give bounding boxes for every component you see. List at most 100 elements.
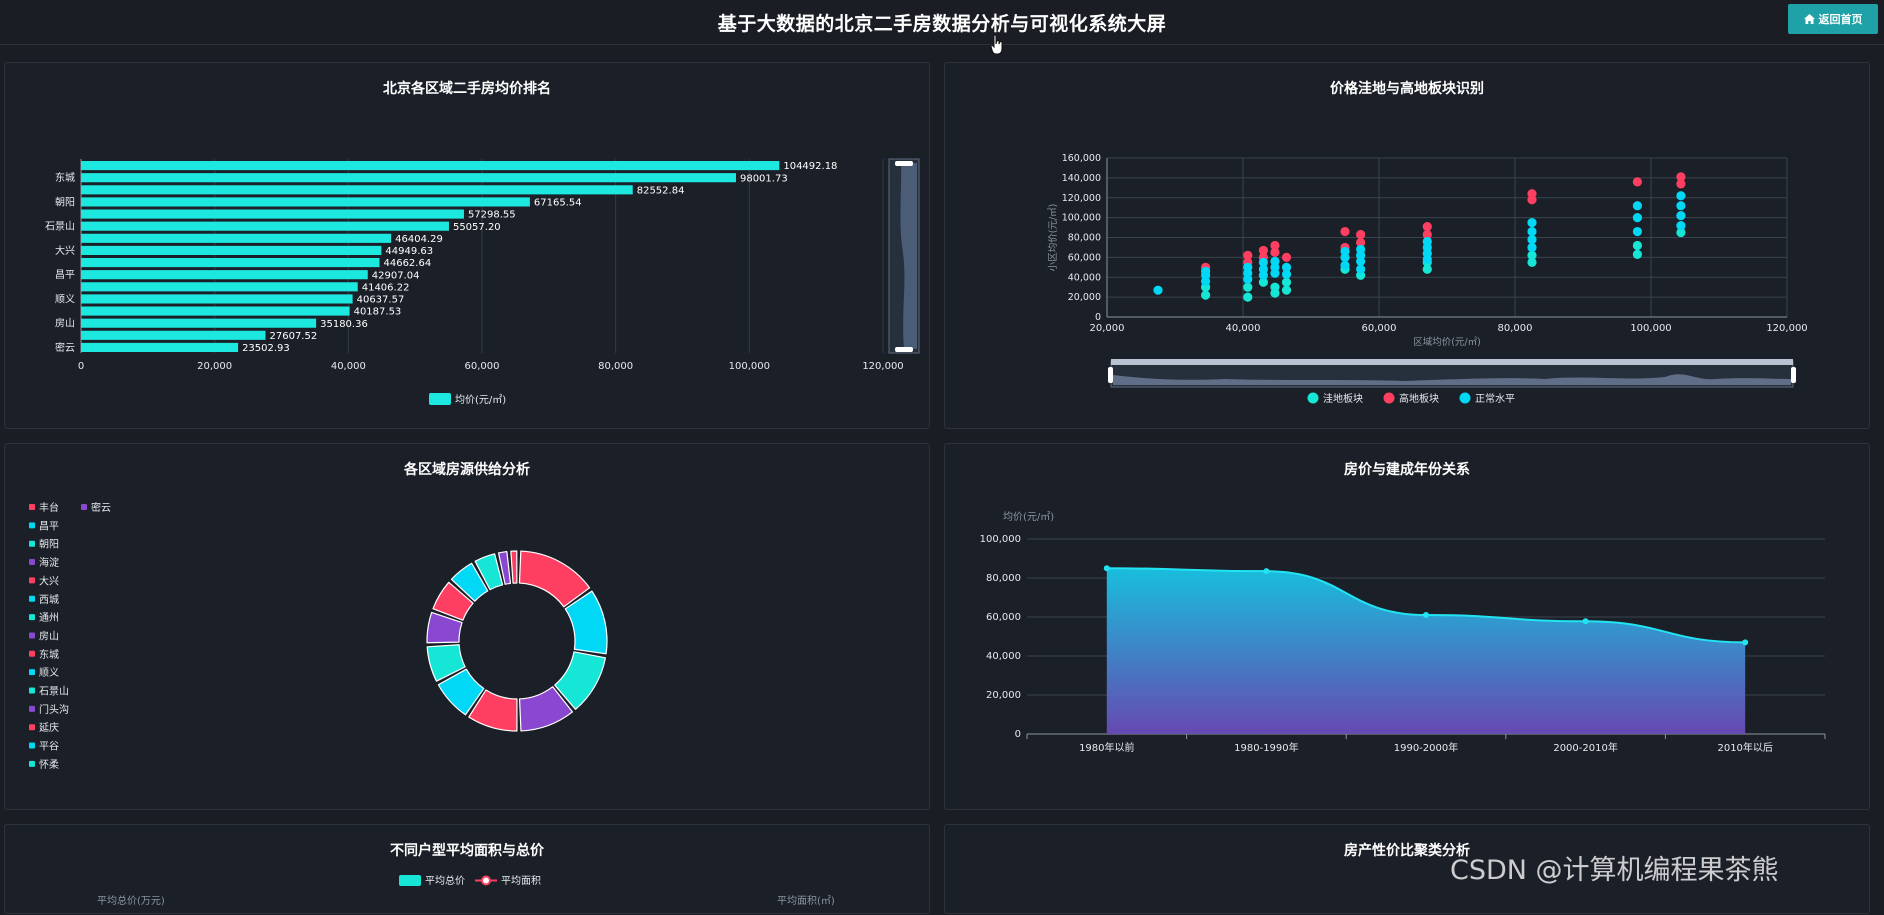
scatter-point[interactable] <box>1258 257 1268 267</box>
scatter-point[interactable] <box>1281 262 1292 272</box>
scatter-point[interactable] <box>1270 282 1280 292</box>
y-tick-label: 房山 <box>55 317 75 330</box>
legend-marker[interactable] <box>29 614 35 621</box>
y-tick-label: 120,000 <box>1062 193 1101 204</box>
header: 基于大数据的北京二手房数据分析与可视化系统大屏 返回首页 <box>0 0 1884 45</box>
scatter-point[interactable] <box>1676 220 1686 231</box>
legend-marker[interactable] <box>29 522 35 529</box>
scatter-point[interactable] <box>1281 277 1292 287</box>
scatter-point[interactable] <box>1243 262 1253 272</box>
scatter-point[interactable] <box>1201 290 1211 300</box>
datazoom-handle-right[interactable] <box>1791 367 1796 383</box>
legend-marker[interactable] <box>29 687 35 694</box>
home-button[interactable]: 返回首页 <box>1788 4 1878 34</box>
scatter-point[interactable] <box>1527 250 1537 260</box>
scatter-point[interactable] <box>1270 256 1280 266</box>
data-point[interactable] <box>1103 565 1110 572</box>
datazoom-handle-bottom[interactable] <box>895 347 913 352</box>
scatter-point[interactable] <box>1340 246 1350 257</box>
legend-marker[interactable] <box>29 595 35 602</box>
legend-marker[interactable] <box>29 742 35 749</box>
scatter-point[interactable] <box>1258 245 1268 256</box>
legend-marker[interactable] <box>1383 392 1395 404</box>
bar[interactable] <box>81 282 358 292</box>
scatter-point[interactable] <box>1632 177 1642 187</box>
scatter-point[interactable] <box>1676 211 1686 221</box>
scatter-point[interactable] <box>1632 226 1642 237</box>
bar[interactable] <box>81 318 317 328</box>
scatter-point[interactable] <box>1632 249 1642 259</box>
legend-marker[interactable] <box>1307 392 1319 404</box>
bar[interactable] <box>81 342 239 352</box>
bar[interactable] <box>81 258 380 268</box>
scatter-point[interactable] <box>1676 201 1686 211</box>
bar[interactable] <box>81 330 266 340</box>
scatter-point[interactable] <box>1527 189 1537 199</box>
scatter-point[interactable] <box>1201 266 1211 276</box>
scatter-point[interactable] <box>1243 250 1253 260</box>
donut-slice[interactable] <box>518 550 591 608</box>
legend-marker[interactable] <box>29 724 35 731</box>
scatter-point[interactable] <box>1632 213 1642 223</box>
scatter-point[interactable] <box>1270 240 1280 251</box>
legend-swatch[interactable] <box>429 393 451 405</box>
scatter-point[interactable] <box>1340 226 1350 237</box>
scatter-point[interactable] <box>1153 285 1163 295</box>
legend-marker[interactable] <box>29 632 35 639</box>
scatter-point[interactable] <box>1527 234 1537 245</box>
data-point[interactable] <box>1742 639 1749 646</box>
legend-marker[interactable] <box>29 559 35 566</box>
legend-label: 朝阳 <box>39 539 59 551</box>
legend-marker[interactable] <box>29 540 35 547</box>
bar[interactable] <box>81 161 780 171</box>
scatter-point[interactable] <box>1527 226 1537 237</box>
bar[interactable] <box>81 197 530 207</box>
bar[interactable] <box>81 209 464 219</box>
x-tick-label: 0 <box>78 361 84 372</box>
y-tick-label: 20,000 <box>1068 292 1101 303</box>
bar[interactable] <box>81 233 392 243</box>
legend-marker[interactable] <box>29 705 35 712</box>
bar[interactable] <box>81 245 382 255</box>
scatter-point[interactable] <box>1632 240 1642 251</box>
bar[interactable] <box>81 270 368 280</box>
scatter-point[interactable] <box>1243 282 1253 292</box>
legend-marker[interactable] <box>29 669 35 676</box>
scatter-point[interactable] <box>1243 292 1253 302</box>
scatter-point[interactable] <box>1422 221 1432 232</box>
scatter-point[interactable] <box>1676 191 1686 201</box>
scatter-point[interactable] <box>1632 201 1642 211</box>
datazoom-bar[interactable] <box>1111 359 1793 365</box>
datazoom-handle-left[interactable] <box>1108 367 1113 383</box>
data-point[interactable] <box>1423 612 1429 619</box>
scatter-point[interactable] <box>1527 242 1537 253</box>
scatter-point[interactable] <box>1340 260 1350 270</box>
bar[interactable] <box>81 306 350 316</box>
data-point[interactable] <box>1582 618 1589 625</box>
scatter-point[interactable] <box>1676 172 1686 182</box>
legend-marker[interactable] <box>29 650 35 657</box>
bar[interactable] <box>81 173 736 183</box>
y-tick-label: 160,000 <box>1062 153 1101 164</box>
scatter-point[interactable] <box>1356 244 1366 255</box>
legend-marker[interactable] <box>29 577 35 584</box>
datazoom-handle-top[interactable] <box>895 161 913 166</box>
scatter-point[interactable] <box>1281 285 1292 295</box>
scatter-point[interactable] <box>1527 217 1537 228</box>
bar[interactable] <box>81 294 353 304</box>
bar[interactable] <box>81 221 449 231</box>
legend-label: 丰台 <box>39 501 59 514</box>
scatter-point[interactable] <box>1356 229 1366 240</box>
legend-marker[interactable] <box>29 504 35 510</box>
bar[interactable] <box>81 185 633 195</box>
donut-slice[interactable] <box>510 550 518 584</box>
legend-marker[interactable] <box>29 760 35 767</box>
legend-marker[interactable] <box>1459 392 1471 404</box>
scatter-point[interactable] <box>1422 236 1432 247</box>
scatter-point[interactable] <box>1281 252 1292 262</box>
legend-swatch-total[interactable] <box>399 875 421 886</box>
data-point[interactable] <box>1263 568 1270 575</box>
legend-marker-area[interactable] <box>481 875 491 886</box>
legend-marker[interactable] <box>81 504 87 510</box>
scatter-point[interactable] <box>1356 264 1366 274</box>
